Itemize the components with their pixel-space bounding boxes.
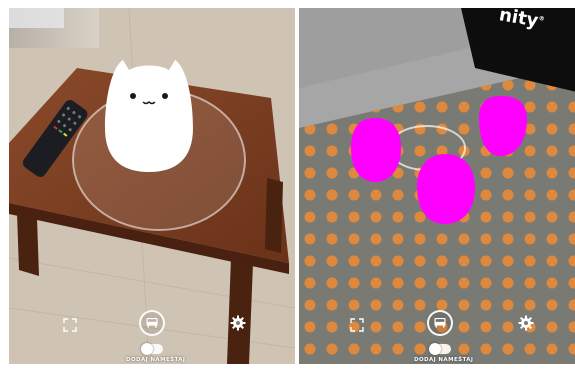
magenta-model xyxy=(417,154,475,224)
gear-icon[interactable] xyxy=(230,315,246,335)
table-leg xyxy=(17,213,39,276)
editor-view-panel: nity® DODAJ NAMEŠTAJ xyxy=(299,8,575,364)
unity-logo-mark: ® xyxy=(537,14,546,23)
add-furniture-button[interactable] xyxy=(139,310,165,336)
table-leg xyxy=(227,258,253,364)
cat-lamp-model xyxy=(105,60,193,172)
add-furniture-toggle[interactable] xyxy=(429,343,451,355)
table-leg xyxy=(265,178,283,253)
add-furniture-button[interactable] xyxy=(427,310,453,336)
toggle-knob xyxy=(429,343,441,355)
furniture-icon xyxy=(434,318,446,328)
toggle-knob xyxy=(141,343,153,355)
furniture-icon xyxy=(146,318,158,328)
add-furniture-toggle[interactable] xyxy=(141,343,163,355)
magenta-model xyxy=(351,118,401,182)
add-furniture-label: DODAJ NAMEŠTAJ xyxy=(414,357,474,363)
camera-view-panel: DODAJ NAMEŠTAJ xyxy=(9,8,295,364)
add-furniture-label: DODAJ NAMEŠTAJ xyxy=(126,357,186,363)
fullscreen-icon[interactable] xyxy=(63,318,77,332)
fullscreen-icon[interactable] xyxy=(350,318,364,332)
gear-icon[interactable] xyxy=(518,315,534,335)
